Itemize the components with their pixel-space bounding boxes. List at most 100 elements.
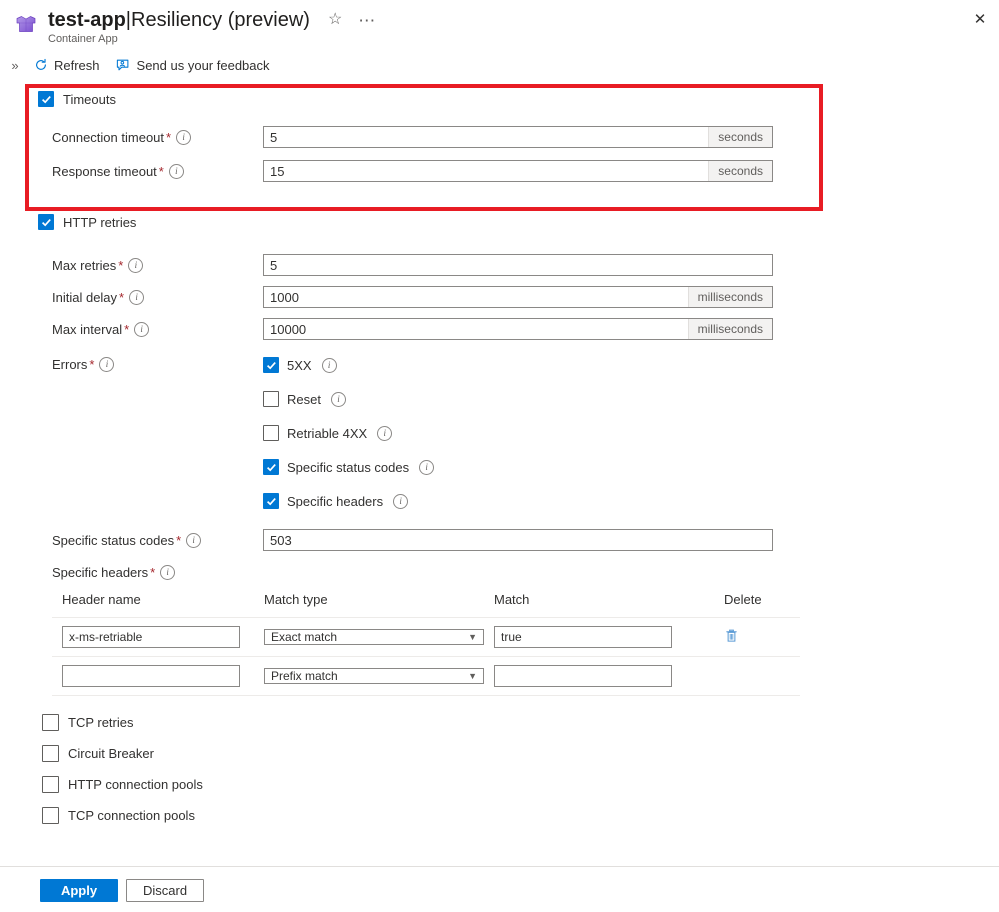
table-header-row: Header name Match type Match Delete <box>52 592 800 618</box>
cell-match <box>484 618 714 657</box>
apply-button[interactable]: Apply <box>40 879 118 902</box>
response-timeout-row: Response timeout * i seconds <box>38 160 999 182</box>
cell-header-name <box>52 618 254 657</box>
cell-match-type: Exact match ▼ <box>254 618 484 657</box>
circuit-breaker-checkbox[interactable] <box>42 745 59 762</box>
http-retries-section: HTTP retries Max retries * i Initial del… <box>38 212 999 696</box>
errors-label: Errors * i <box>38 357 263 372</box>
match-type-select-row-1[interactable]: Exact match <box>264 629 484 645</box>
column-header-name: Header name <box>52 592 254 618</box>
initial-delay-row: Initial delay * i milliseconds <box>38 286 999 308</box>
double-chevron-right-icon[interactable]: » <box>4 58 26 73</box>
error-specific-headers-label: Specific headers <box>287 494 383 509</box>
specific-headers-label: Specific headers * i <box>38 565 263 580</box>
tcp-retries-checkbox[interactable] <box>42 714 59 731</box>
http-retries-checkbox[interactable] <box>38 214 54 230</box>
connection-timeout-unit: seconds <box>708 127 772 147</box>
error-retriable-4xx-checkbox[interactable] <box>263 425 279 441</box>
info-icon[interactable]: i <box>322 358 337 373</box>
response-timeout-label-text: Response timeout <box>52 164 157 179</box>
http-connection-pools-checkbox[interactable] <box>42 776 59 793</box>
tcp-retries-label: TCP retries <box>68 715 134 730</box>
http-retries-toggle-row: HTTP retries <box>38 212 999 232</box>
tcp-connection-pools-checkbox[interactable] <box>42 807 59 824</box>
page-title: test-app|Resiliency (preview) <box>48 8 310 32</box>
info-icon[interactable]: i <box>393 494 408 509</box>
error-option-specific-headers[interactable]: Specific headers i <box>263 493 434 509</box>
max-interval-label: Max interval * i <box>38 322 263 337</box>
cell-delete <box>714 657 800 696</box>
initial-delay-unit: milliseconds <box>688 287 772 307</box>
max-interval-input-wrap: milliseconds <box>263 318 773 340</box>
header-name-input-row-1[interactable] <box>62 626 240 648</box>
ellipsis-icon[interactable]: ⋯ <box>354 10 380 31</box>
error-specific-status-codes-checkbox[interactable] <box>263 459 279 475</box>
error-option-retriable-4xx[interactable]: Retriable 4XX i <box>263 425 434 441</box>
max-interval-row: Max interval * i milliseconds <box>38 318 999 340</box>
info-icon[interactable]: i <box>134 322 149 337</box>
match-input-row-1[interactable] <box>494 626 672 648</box>
initial-delay-input[interactable] <box>264 287 688 307</box>
connection-timeout-input[interactable] <box>264 127 708 147</box>
connection-timeout-label: Connection timeout * i <box>38 130 263 145</box>
specific-status-codes-input-wrap <box>263 529 773 551</box>
http-connection-pools-row[interactable]: HTTP connection pools <box>42 776 999 793</box>
match-type-select-row-2[interactable]: Prefix match <box>264 668 484 684</box>
timeouts-section: Timeouts Connection timeout * i seconds … <box>38 89 999 182</box>
circuit-breaker-row[interactable]: Circuit Breaker <box>42 745 999 762</box>
error-reset-checkbox[interactable] <box>263 391 279 407</box>
response-timeout-unit: seconds <box>708 161 772 181</box>
info-icon[interactable]: i <box>377 426 392 441</box>
required-marker: * <box>150 565 155 580</box>
max-retries-label: Max retries * i <box>38 258 263 273</box>
info-icon[interactable]: i <box>331 392 346 407</box>
tcp-connection-pools-label: TCP connection pools <box>68 808 195 823</box>
info-icon[interactable]: i <box>99 357 114 372</box>
close-icon[interactable]: ✕ <box>969 8 991 30</box>
error-retriable-4xx-label: Retriable 4XX <box>287 426 367 441</box>
match-input-row-2[interactable] <box>494 665 672 687</box>
send-feedback-label: Send us your feedback <box>137 58 270 73</box>
error-5xx-checkbox[interactable] <box>263 357 279 373</box>
response-timeout-input[interactable] <box>264 161 708 181</box>
tcp-retries-row[interactable]: TCP retries <box>42 714 999 731</box>
column-header-match-type: Match type <box>254 592 484 618</box>
cell-delete <box>714 618 800 657</box>
error-specific-status-codes-label: Specific status codes <box>287 460 409 475</box>
timeouts-label: Timeouts <box>63 92 116 107</box>
info-icon[interactable]: i <box>160 565 175 580</box>
specific-headers-label-text: Specific headers <box>52 565 148 580</box>
info-icon[interactable]: i <box>169 164 184 179</box>
tcp-connection-pools-row[interactable]: TCP connection pools <box>42 807 999 824</box>
connection-timeout-label-text: Connection timeout <box>52 130 164 145</box>
connection-timeout-input-wrap: seconds <box>263 126 773 148</box>
max-interval-input[interactable] <box>264 319 688 339</box>
info-icon[interactable]: i <box>176 130 191 145</box>
required-marker: * <box>118 258 123 273</box>
error-option-specific-status-codes[interactable]: Specific status codes i <box>263 459 434 475</box>
blade-title: Resiliency (preview) <box>131 9 310 31</box>
required-marker: * <box>166 130 171 145</box>
timeouts-checkbox[interactable] <box>38 91 54 107</box>
specific-status-codes-label: Specific status codes * i <box>38 533 263 548</box>
resiliency-form: Timeouts Connection timeout * i seconds … <box>0 89 999 824</box>
info-icon[interactable]: i <box>129 290 144 305</box>
resource-type-label: Container App <box>48 33 380 45</box>
trash-icon[interactable] <box>724 628 739 644</box>
send-feedback-button[interactable]: Send us your feedback <box>108 55 278 76</box>
info-icon[interactable]: i <box>419 460 434 475</box>
specific-headers-row: Specific headers * i <box>38 565 999 580</box>
info-icon[interactable]: i <box>186 533 201 548</box>
error-option-reset[interactable]: Reset i <box>263 391 434 407</box>
connection-timeout-row: Connection timeout * i seconds <box>38 126 999 148</box>
error-specific-headers-checkbox[interactable] <box>263 493 279 509</box>
info-icon[interactable]: i <box>128 258 143 273</box>
error-option-5xx[interactable]: 5XX i <box>263 357 434 373</box>
discard-button[interactable]: Discard <box>126 879 204 902</box>
header-name-input-row-2[interactable] <box>62 665 240 687</box>
max-retries-input[interactable] <box>264 255 772 275</box>
refresh-button[interactable]: Refresh <box>26 55 108 76</box>
specific-status-codes-input[interactable] <box>264 530 772 550</box>
star-icon[interactable]: ☆ <box>324 10 346 30</box>
initial-delay-label: Initial delay * i <box>38 290 263 305</box>
